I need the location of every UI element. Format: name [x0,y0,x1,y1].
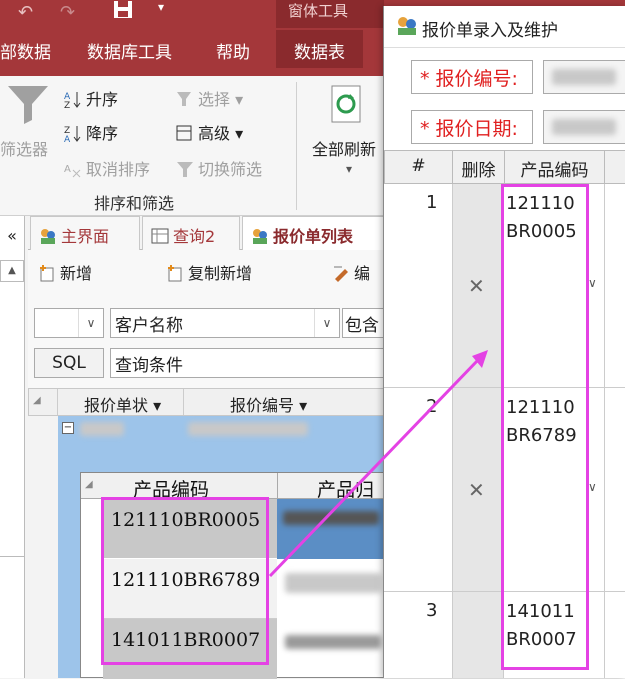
annotation-arrow [268,350,488,578]
